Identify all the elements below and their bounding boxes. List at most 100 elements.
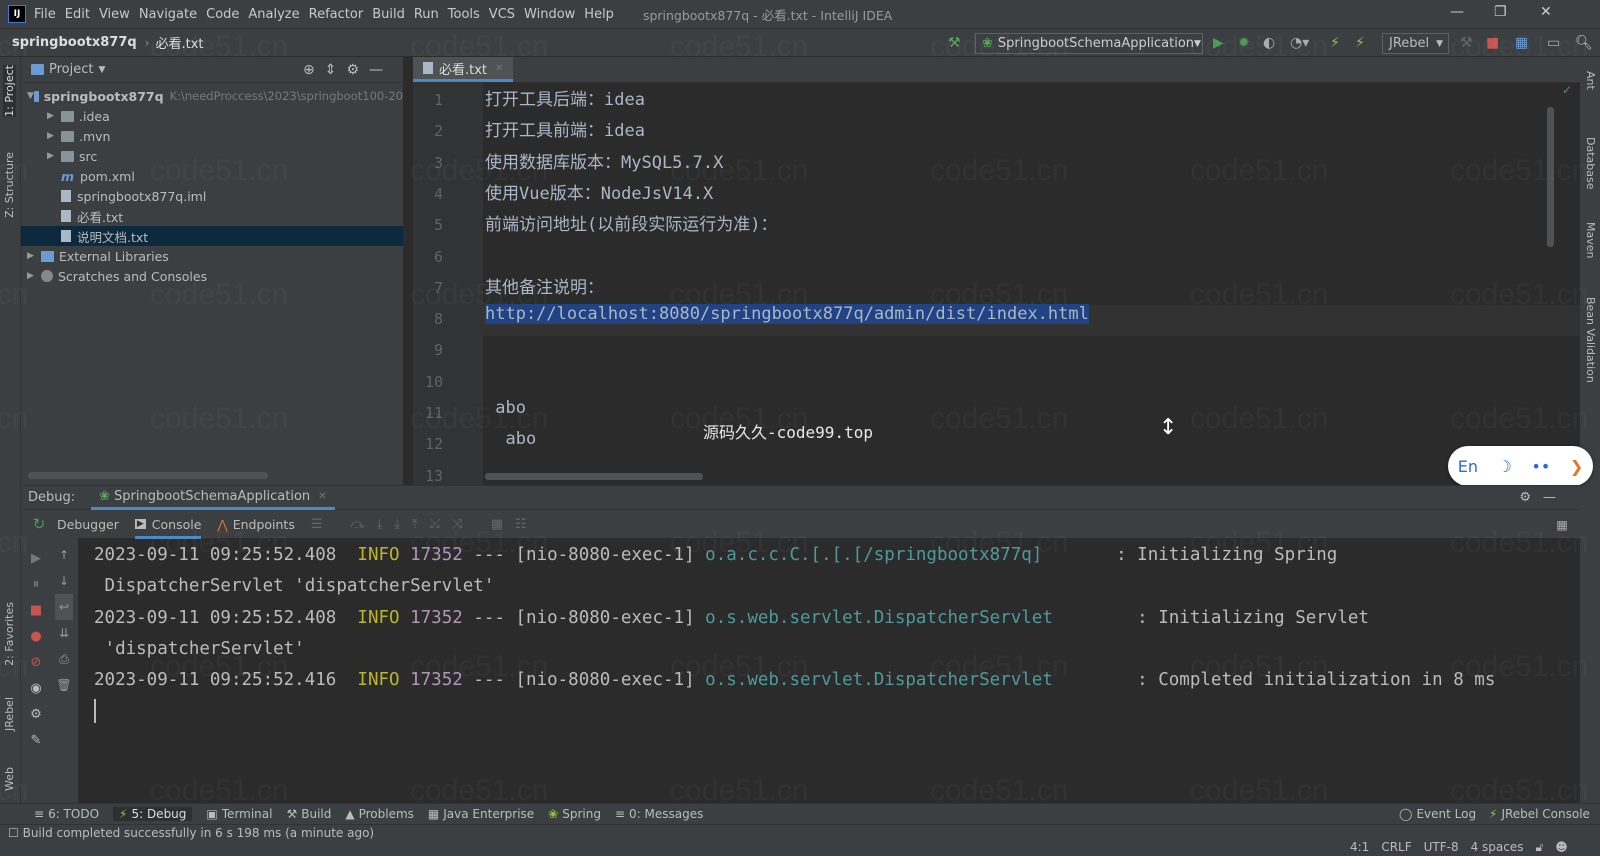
tree-item[interactable]: ▶ src [21, 146, 403, 166]
tool-debug[interactable]: ⚡ 5: Debug [113, 807, 193, 821]
expand-arrow-icon[interactable]: ▶ [27, 271, 41, 281]
indent-setting[interactable]: 4 spaces [1471, 840, 1524, 855]
code-line[interactable]: 打开工具后端：idea [485, 85, 645, 110]
gear-icon[interactable]: ⚙ [346, 62, 369, 78]
layout-icon[interactable]: ▦ [1556, 517, 1568, 532]
tree-item[interactable]: ▶ .idea [21, 106, 403, 126]
collapse-icon[interactable]: ⇕ [325, 62, 347, 78]
print-icon[interactable]: ⎙ [55, 646, 73, 672]
build-hammer-icon[interactable]: ⚒ [948, 35, 961, 51]
code-line[interactable]: 使用数据库版本：MySQL5.7.X [485, 148, 723, 173]
code-line[interactable]: 其他备注说明： [485, 273, 604, 298]
resume-icon[interactable]: ▶ [27, 546, 45, 572]
menu-view[interactable]: View [99, 7, 130, 22]
code-line[interactable]: abo [485, 398, 526, 418]
code-line[interactable]: abo [485, 429, 536, 449]
mute-breakpoints-icon[interactable]: ⊘ [27, 650, 45, 676]
stripe-web[interactable]: Web [3, 767, 16, 791]
jrebel-run-icon[interactable]: ⚡ [1330, 35, 1340, 51]
tab-debugger[interactable]: Debugger [57, 517, 119, 532]
expand-arrow-icon[interactable]: ▼ [27, 91, 34, 101]
tool-javaenterprise[interactable]: ▦ Java Enterprise [428, 807, 534, 821]
menu-vcs[interactable]: VCS [489, 7, 515, 22]
tab-console[interactable]: ▶ Console [134, 510, 202, 539]
stepping-toolbar[interactable]: ☰ ⤼⤓⤓⤒⤩⤨ ▦☷ [311, 517, 539, 532]
search-icon[interactable]: 🔍︎ [1575, 35, 1593, 51]
coverage-icon[interactable]: ◐ [1263, 35, 1275, 51]
tool-build[interactable]: ⚒ Build [286, 807, 331, 821]
hector-icon[interactable]: ☻ [1555, 840, 1568, 855]
project-horizontal-scrollbar[interactable] [28, 472, 268, 479]
stripe-maven[interactable]: Maven [1584, 222, 1597, 258]
stripe-bean-validation[interactable]: Bean Validation [1584, 297, 1597, 383]
tree-item[interactable]: 说明文档.txt [21, 226, 403, 246]
camera-icon[interactable]: ◉ [27, 676, 45, 702]
menu-refactor[interactable]: Refactor [309, 7, 364, 22]
run-icon[interactable]: ▶ [1213, 35, 1224, 51]
tool-problems[interactable]: ▲ Problems [345, 807, 414, 821]
pause-icon[interactable]: ⏸ [27, 572, 45, 598]
stripe-favorites[interactable]: 2: Favorites [3, 602, 16, 666]
jrebel-console-button[interactable]: ⚡ JRebel Console [1489, 807, 1590, 821]
lock-icon[interactable]: 🔓︎ [1536, 840, 1544, 855]
close-button[interactable]: ✕ [1540, 4, 1552, 20]
tree-item[interactable]: m pom.xml [21, 166, 403, 186]
tool-spring[interactable]: ❀ Spring [548, 807, 601, 821]
menu-window[interactable]: Window [524, 7, 575, 22]
update-icon[interactable]: ⚒ [1460, 35, 1473, 51]
stripe-project[interactable]: 1: Project [3, 65, 16, 117]
run-config-select[interactable]: ❀ SpringbootSchemaApplication ▼ [975, 33, 1203, 54]
expand-arrow-icon[interactable]: ▶ [47, 131, 61, 141]
settings-icon[interactable]: ⚙ [27, 702, 45, 728]
editor-horizontal-scrollbar[interactable] [485, 473, 703, 480]
profile-icon[interactable]: ◔▾ [1290, 35, 1309, 51]
tree-item[interactable]: ▼ springbootx877q K:\needProccess\2023\spr… [21, 86, 403, 106]
menu-analyze[interactable]: Analyze [248, 7, 299, 22]
expand-arrow-icon[interactable]: ▶ [47, 111, 61, 121]
clear-icon[interactable]: 🗑︎ [55, 672, 73, 698]
stripe-jrebel[interactable]: JRebel [3, 697, 16, 731]
tool-messages[interactable]: ≡ 0: Messages [615, 807, 703, 821]
editor-tab[interactable]: 必看.txt ✕ [413, 57, 514, 82]
tree-item[interactable]: ▶ Scratches and Consoles [21, 266, 403, 286]
menu-help[interactable]: Help [584, 7, 614, 22]
hide-icon[interactable]: — [1543, 490, 1568, 505]
close-tab-icon[interactable]: ✕ [318, 491, 326, 502]
tree-item[interactable]: 必看.txt [21, 206, 403, 226]
soft-wrap-icon[interactable]: ↩ [55, 594, 73, 620]
breadcrumb-file[interactable]: 必看.txt [156, 33, 204, 52]
debug-icon[interactable]: ✹ [1238, 35, 1250, 51]
locate-icon[interactable]: ⊕ [303, 62, 325, 78]
menu-navigate[interactable]: Navigate [139, 7, 197, 22]
project-structure-icon[interactable]: ▦ [1515, 35, 1528, 51]
code-line[interactable]: 前端访问地址(以前段实际运行为准)： [485, 210, 777, 235]
gear-icon[interactable]: ⚙ [1519, 490, 1543, 505]
debug-session-tab[interactable]: ❀ SpringbootSchemaApplication ✕ [91, 486, 335, 510]
scroll-up-icon[interactable]: ↑ [55, 542, 73, 568]
language-widget[interactable]: En ☽ •• ❯ [1448, 446, 1593, 486]
menu-file[interactable]: File [34, 7, 56, 22]
console-output[interactable]: 2023-09-11 09:25:52.408 INFO 17352 --- [… [94, 540, 1495, 724]
pin-icon[interactable]: ✎ [27, 728, 45, 754]
tree-item[interactable]: ▶ External Libraries [21, 246, 403, 266]
project-view-select[interactable]: Project [49, 62, 93, 77]
stop-icon[interactable]: ■ [27, 598, 45, 624]
rerun-icon[interactable]: ↻ [21, 515, 57, 533]
stripe-ant[interactable]: Ant [1584, 71, 1597, 90]
caret-position[interactable]: 4:1 [1350, 840, 1369, 855]
expand-arrow-icon[interactable]: ▶ [47, 151, 61, 161]
jrebel-select[interactable]: JRebel ▼ [1382, 33, 1449, 54]
scroll-down-icon[interactable]: ↓ [55, 568, 73, 594]
tree-item[interactable]: ▶ .mvn [21, 126, 403, 146]
event-log-button[interactable]: ◯ Event Log [1399, 807, 1476, 821]
breadcrumb-project[interactable]: springbootx877q [12, 35, 137, 50]
presentation-icon[interactable]: ▭ [1547, 35, 1560, 51]
scroll-to-end-icon[interactable]: ⇊ [55, 620, 73, 646]
file-encoding[interactable]: UTF-8 [1424, 840, 1459, 855]
jrebel-debug-icon[interactable]: ⚡ [1355, 35, 1365, 51]
hide-icon[interactable]: — [369, 62, 393, 78]
menu-code[interactable]: Code [206, 7, 239, 22]
menu-build[interactable]: Build [372, 7, 405, 22]
view-breakpoints-icon[interactable]: ● [27, 624, 45, 650]
close-tab-icon[interactable]: ✕ [495, 63, 503, 74]
